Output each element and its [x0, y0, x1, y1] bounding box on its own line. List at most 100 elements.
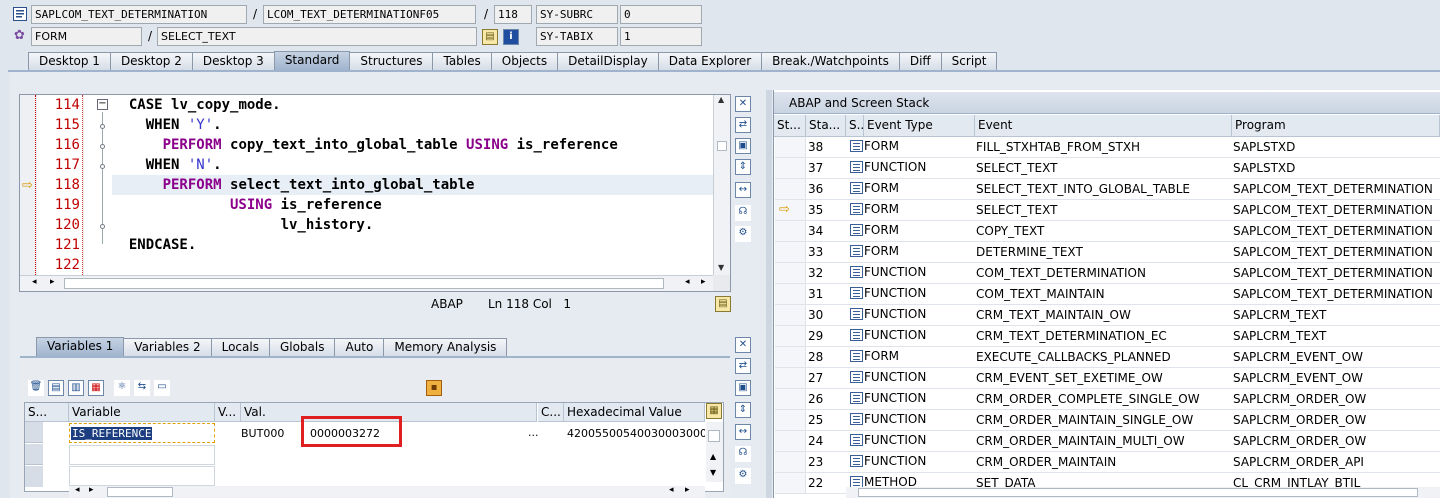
- row-selector-3[interactable]: [25, 466, 43, 487]
- var-tab-auto[interactable]: Auto: [334, 338, 385, 357]
- stack-row[interactable]: 24 FUNCTION CRM_ORDER_MAINTAIN_MULTI_OW SAP…: [775, 431, 1440, 452]
- var-hscroll-left2-icon[interactable]: ◂: [669, 485, 674, 495]
- import-icon[interactable]: ▤: [48, 380, 64, 396]
- row-selector-2[interactable]: [25, 444, 43, 465]
- var-col-header[interactable]: C...: [538, 403, 564, 422]
- stack-row-selector[interactable]: [775, 305, 806, 325]
- include-field[interactable]: LCOM_TEXT_DETERMINATIONF05: [263, 5, 476, 24]
- event-field[interactable]: SELECT_TEXT: [157, 27, 477, 46]
- maximize-icon[interactable]: ▣: [735, 138, 751, 154]
- code-line[interactable]: USING is_reference: [112, 197, 382, 213]
- collapse-icon[interactable]: ⇕: [735, 159, 751, 175]
- hscroll-left-icon[interactable]: ◂: [32, 277, 37, 287]
- stack-row[interactable]: 34 FORM COPY_TEXT SAPLCOM_TEXT_DETERMINATIO…: [775, 221, 1440, 242]
- code-line[interactable]: WHEN 'N'.: [112, 157, 222, 173]
- scroll-up-icon[interactable]: ▲: [718, 95, 724, 104]
- code-line[interactable]: WHEN 'Y'.: [112, 117, 222, 133]
- stack-row-selector[interactable]: [775, 137, 806, 157]
- stack-row-selector[interactable]: [775, 284, 806, 304]
- stack-row[interactable]: 23 FUNCTION CRM_ORDER_MAINTAIN SAPLCRM_ORDE…: [775, 452, 1440, 473]
- tab-diff[interactable]: Diff: [898, 52, 942, 71]
- code-line[interactable]: PERFORM select_text_into_global_table: [112, 177, 475, 193]
- close-icon[interactable]: ✕: [735, 96, 751, 112]
- tab-break-watchpoints[interactable]: Break./Watchpoints: [761, 52, 900, 71]
- tab-script[interactable]: Script: [940, 52, 998, 71]
- stack-row-selector[interactable]: [775, 179, 806, 199]
- var-collapse-icon[interactable]: ⇕: [735, 402, 751, 418]
- tab-structures[interactable]: Structures: [349, 52, 434, 71]
- code-line[interactable]: CASE lv_copy_mode.: [112, 97, 281, 113]
- stack-row-selector[interactable]: [775, 326, 806, 346]
- stack-hscroll[interactable]: [846, 487, 1440, 498]
- stack-row[interactable]: 36 FORM SELECT_TEXT_INTO_GLOBAL_TABLE SAPLC…: [775, 179, 1440, 200]
- info-icon[interactable]: i: [503, 29, 519, 45]
- var-scroll-thumb[interactable]: [708, 430, 720, 442]
- editor-vscroll[interactable]: ▲ ▼: [713, 95, 730, 275]
- tab-detaildisplay[interactable]: DetailDisplay: [557, 52, 659, 71]
- stack-col-header[interactable]: St...: [774, 115, 806, 137]
- stack-col-header[interactable]: S...: [846, 115, 864, 137]
- row-selector[interactable]: [25, 422, 43, 443]
- variables-hscroll[interactable]: ◂ ▸ ◂ ▸: [69, 485, 705, 498]
- expand-horizontal-icon[interactable]: ↔: [735, 182, 751, 198]
- stack-row[interactable]: 31 FUNCTION COM_TEXT_MAINTAIN SAPLCOM_TEXT_…: [775, 284, 1440, 305]
- stack-row[interactable]: 29 FUNCTION CRM_TEXT_DETERMINATION_EC SAPLC…: [775, 326, 1440, 347]
- sy-subrc-value[interactable]: 0: [620, 5, 702, 24]
- event-type-field[interactable]: FORM: [31, 27, 142, 46]
- var-close-icon[interactable]: ✕: [735, 337, 751, 353]
- export-icon[interactable]: ▥: [68, 380, 84, 396]
- stack-row-selector[interactable]: [775, 221, 806, 241]
- save-icon[interactable]: ▪: [426, 380, 442, 396]
- var-tab-memory-analysis[interactable]: Memory Analysis: [383, 338, 508, 357]
- tab-standard[interactable]: Standard: [273, 51, 351, 71]
- tab-desktop-2[interactable]: Desktop 2: [109, 52, 193, 71]
- stack-row[interactable]: 33 FORM DETERMINE_TEXT SAPLCOM_TEXT_DETERMI…: [775, 242, 1440, 263]
- hscroll-left2-icon[interactable]: ◂: [685, 277, 690, 287]
- var-col-header[interactable]: S...: [25, 403, 69, 422]
- stack-row-selector[interactable]: [775, 347, 806, 367]
- var-hscroll-thumb[interactable]: [107, 487, 173, 497]
- tab-desktop-1[interactable]: Desktop 1: [28, 52, 111, 71]
- column-settings-icon[interactable]: ▦: [706, 403, 722, 419]
- stack-hscroll-thumb[interactable]: [858, 488, 1418, 497]
- stack-col-header[interactable]: Event Type: [864, 115, 975, 137]
- hscroll-right-icon[interactable]: ▸: [50, 277, 55, 287]
- variable-name-input[interactable]: IS_REFERENCE: [69, 423, 215, 443]
- program-field[interactable]: SAPLCOM_TEXT_DETERMINATION: [31, 5, 247, 24]
- var-layout-icon[interactable]: ☊: [735, 446, 751, 462]
- var-col-header[interactable]: V...: [215, 403, 241, 422]
- var-expand-horizontal-icon[interactable]: ↔: [735, 424, 751, 440]
- line-field[interactable]: 118: [494, 5, 532, 24]
- var-col-header[interactable]: Hexadecimal Value: [564, 403, 705, 422]
- var-scroll-up-icon[interactable]: ▲: [710, 452, 716, 461]
- stack-row-selector[interactable]: [775, 431, 806, 451]
- stack-row-selector[interactable]: [775, 389, 806, 409]
- tab-desktop-3[interactable]: Desktop 3: [191, 52, 275, 71]
- var-tool-icon[interactable]: ⚙: [735, 468, 751, 484]
- var-scroll-down-icon[interactable]: ▼: [710, 468, 716, 477]
- var-hscroll-right2-icon[interactable]: ▸: [685, 485, 690, 495]
- var-hscroll-left-icon[interactable]: ◂: [75, 485, 80, 495]
- stack-col-header[interactable]: Sta...: [806, 115, 846, 137]
- variable-empty-input[interactable]: [69, 445, 215, 465]
- stack-row-selector[interactable]: [775, 368, 806, 388]
- code-line[interactable]: lv_history.: [112, 217, 374, 233]
- stack-row-selector[interactable]: [775, 242, 806, 262]
- var-tab-globals[interactable]: Globals: [268, 338, 336, 357]
- variable-empty-input-2[interactable]: [69, 466, 215, 486]
- sy-tabix-value[interactable]: 1: [620, 27, 702, 46]
- folder-icon[interactable]: ▭: [154, 380, 170, 396]
- stack-row-selector[interactable]: [775, 452, 806, 472]
- stack-row[interactable]: 37 FUNCTION SELECT_TEXT SAPLSTXD: [775, 158, 1440, 179]
- stack-row[interactable]: 27 FUNCTION CRM_EVENT_SET_EXETIME_OW SAPLCR…: [775, 368, 1440, 389]
- stack-row[interactable]: 26 FUNCTION CRM_ORDER_COMPLETE_SINGLE_OW SA…: [775, 389, 1440, 410]
- tab-objects[interactable]: Objects: [490, 52, 559, 71]
- vertical-splitter[interactable]: [766, 90, 772, 498]
- replace-icon[interactable]: ⇄: [735, 117, 751, 133]
- code-line[interactable]: PERFORM copy_text_into_global_table USIN…: [112, 137, 618, 153]
- stack-row-selector[interactable]: [775, 263, 806, 283]
- var-maximize-icon[interactable]: ▣: [735, 380, 751, 396]
- scroll-down-icon[interactable]: ▼: [718, 263, 724, 272]
- hierarchy-icon[interactable]: ⚛: [114, 380, 130, 396]
- scroll-thumb[interactable]: [717, 141, 727, 151]
